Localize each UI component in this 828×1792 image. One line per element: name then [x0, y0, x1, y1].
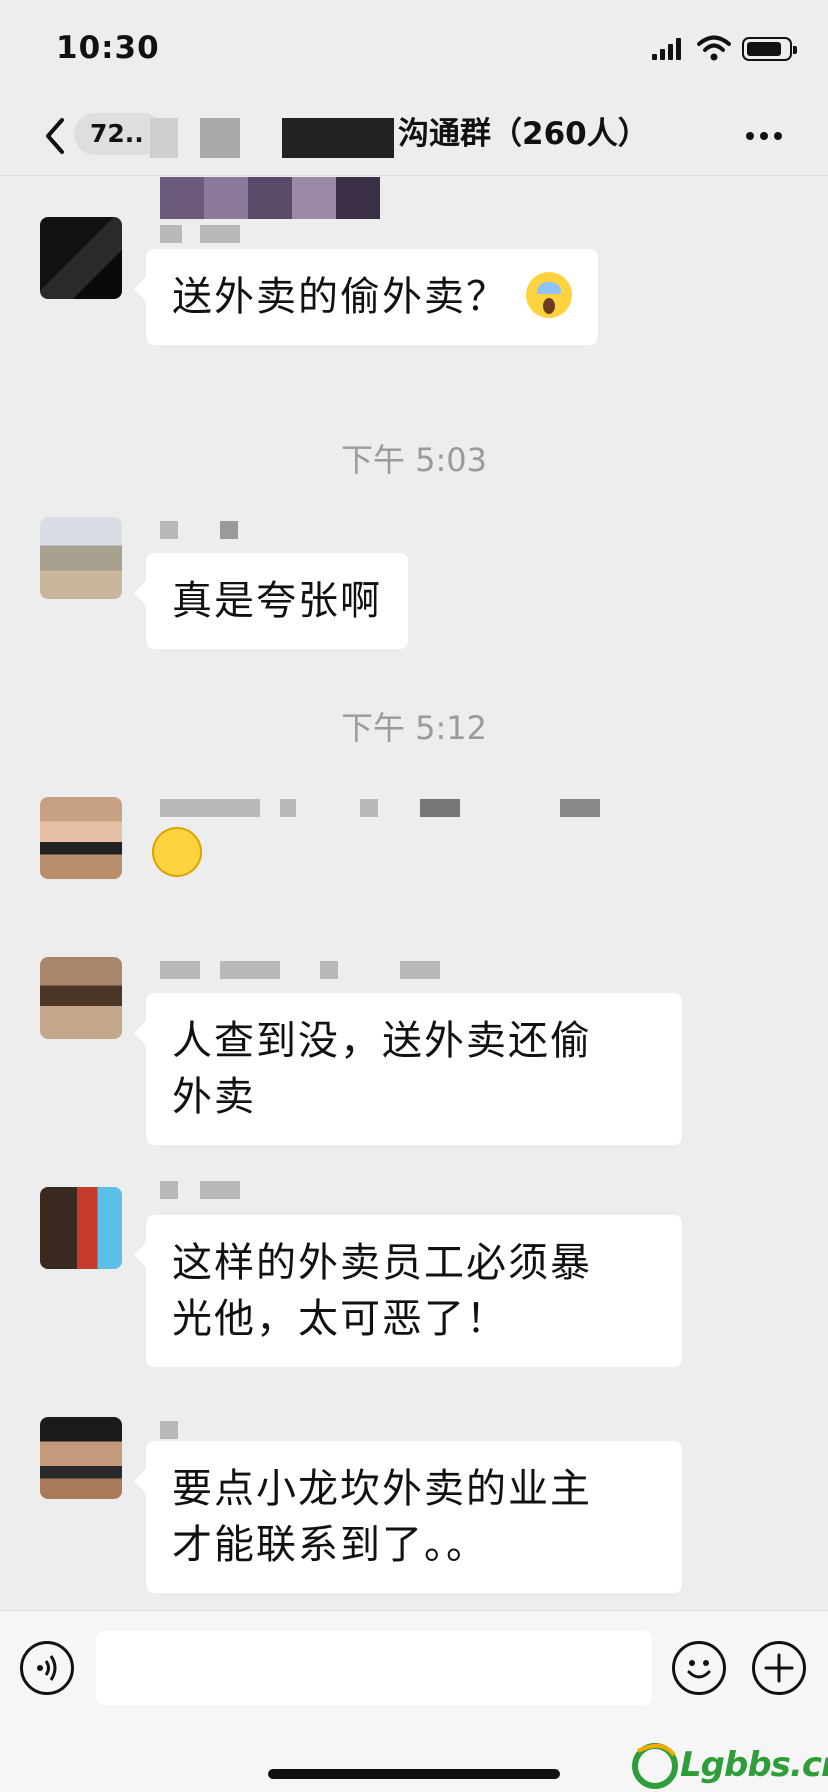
message-input[interactable]: [96, 1631, 652, 1705]
back-chevron-icon[interactable]: [40, 116, 72, 156]
scream-emoji-icon: [526, 272, 572, 318]
message-bubble[interactable]: 送外卖的偷外卖？: [134, 249, 598, 345]
message-bubble[interactable]: 人查到没，送外卖还偷 外卖: [134, 993, 682, 1145]
avatar[interactable]: [40, 1417, 122, 1499]
plus-button[interactable]: [752, 1641, 806, 1695]
message-text-line: 外卖: [172, 1074, 256, 1120]
input-bar: Lgbbs.cn: [0, 1610, 828, 1792]
home-indicator: [268, 1769, 560, 1779]
watermark-logo-icon: [632, 1743, 678, 1789]
chat-title: 沟通群（260人）: [398, 116, 649, 152]
message-text: 真是夸张啊: [172, 578, 382, 624]
emoji-button[interactable]: [672, 1641, 726, 1695]
nav-bar: 72.. 沟通群（260人）: [0, 100, 828, 176]
timestamp: 下午 5:12: [340, 709, 488, 747]
thinking-emoji-icon[interactable]: [152, 827, 202, 877]
avatar[interactable]: [40, 1187, 122, 1269]
more-options-icon[interactable]: [746, 132, 782, 142]
avatar[interactable]: [40, 217, 122, 299]
censored-title-mosaic: [200, 118, 240, 158]
smiley-icon: [687, 1660, 711, 1679]
message-bubble[interactable]: 真是夸张啊: [134, 553, 408, 649]
avatar[interactable]: [40, 797, 122, 879]
message-text: 送外卖的偷外卖？: [172, 274, 508, 320]
message-text-line: 这样的外卖员工必须暴: [172, 1240, 592, 1286]
censored-title-mosaic: [150, 118, 178, 158]
censored-image-fragment: [160, 177, 380, 219]
avatar[interactable]: [40, 957, 122, 1039]
voice-icon: [37, 1655, 57, 1681]
battery-icon: [742, 37, 797, 61]
signal-icon: [652, 38, 682, 60]
voice-input-button[interactable]: [20, 1641, 74, 1695]
message-text-line: 光他，太可恶了！: [172, 1296, 508, 1342]
watermark: Lgbbs.cn: [632, 1737, 828, 1792]
message-text-line: 人查到没，送外卖还偷: [172, 1018, 592, 1064]
timestamp: 下午 5:03: [340, 441, 488, 479]
watermark-text: Lgbbs.cn: [680, 1745, 828, 1785]
message-bubble[interactable]: 这样的外卖员工必须暴 光他，太可恶了！: [134, 1215, 682, 1367]
wifi-icon: [697, 35, 731, 61]
message-bubble[interactable]: 要点小龙坎外卖的业主 才能联系到了。。: [134, 1441, 682, 1593]
message-text-line: 才能联系到了。。: [172, 1522, 488, 1568]
avatar[interactable]: [40, 517, 122, 599]
plus-icon: [764, 1653, 794, 1683]
message-list[interactable]: 送外卖的偷外卖？ 下午 5:03 真是夸张啊 下午 5:12 人查到没，送外卖还…: [0, 177, 828, 1610]
status-time: 10:30: [56, 30, 160, 66]
message-text-line: 要点小龙坎外卖的业主: [172, 1466, 592, 1512]
status-bar: 10:30: [0, 0, 828, 100]
censored-title-mosaic: [282, 118, 394, 158]
